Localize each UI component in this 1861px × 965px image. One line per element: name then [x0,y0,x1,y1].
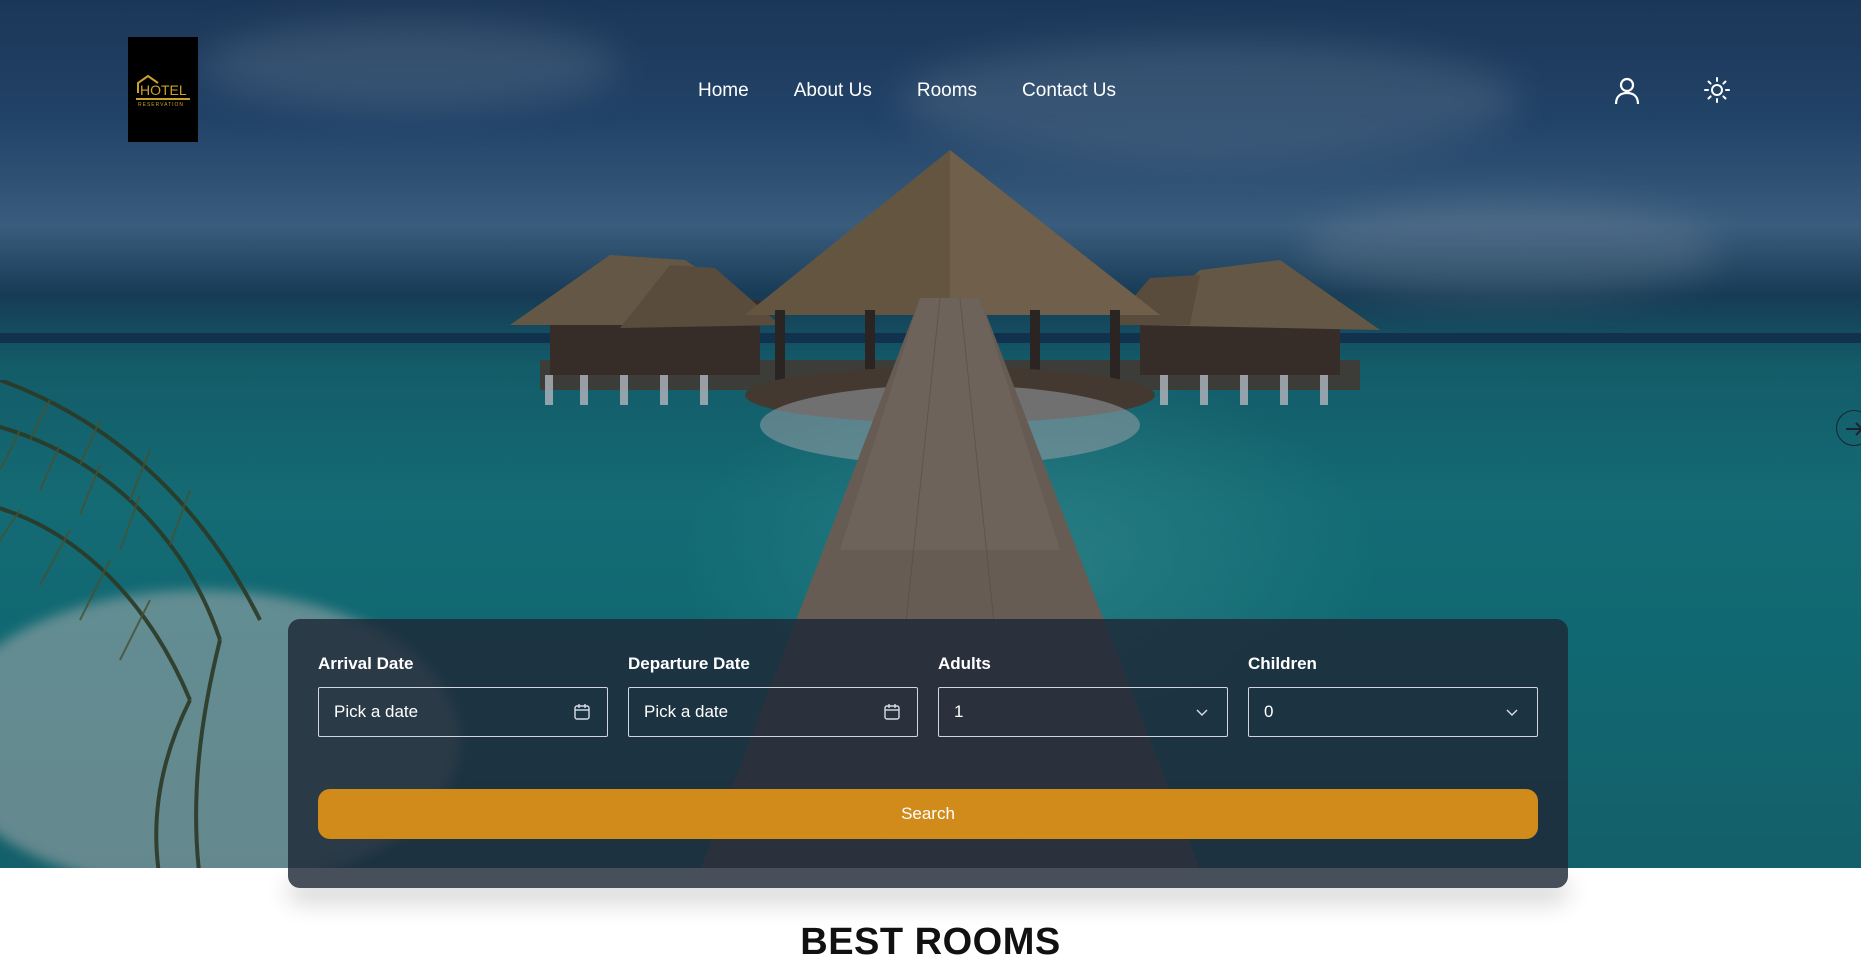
hotel-logo-icon: HOTEL RESERVATION [136,74,190,108]
user-icon [1614,77,1640,105]
sun-icon [1704,77,1730,103]
departure-date-placeholder: Pick a date [644,702,729,721]
hotel-logo[interactable]: HOTEL RESERVATION [128,37,198,142]
children-value: 0 [1264,702,1274,721]
nav-about-us[interactable]: About Us [794,78,872,104]
departure-date-label: Departure Date [628,654,750,673]
calendar-icon [572,702,592,722]
arrow-right-icon [1846,422,1861,436]
children-field: Children 0 [1248,653,1538,737]
arrival-date-placeholder: Pick a date [334,702,419,721]
theme-toggle-button[interactable] [1703,76,1731,104]
svg-text:RESERVATION: RESERVATION [138,102,184,108]
carousel-next-button[interactable] [1836,410,1861,446]
chevron-down-icon [1192,702,1212,722]
nav-rooms[interactable]: Rooms [917,78,977,104]
arrival-date-field: Arrival Date Pick a date [318,653,608,737]
adults-field: Adults 1 [938,653,1228,737]
chevron-down-icon [1502,702,1522,722]
children-select[interactable]: 0 [1248,687,1538,737]
adults-select[interactable]: 1 [938,687,1228,737]
nav-home[interactable]: Home [698,78,749,104]
arrival-date-picker[interactable]: Pick a date [318,687,608,737]
calendar-icon [882,702,902,722]
best-rooms-heading: BEST ROOMS [800,921,1061,963]
departure-date-field: Departure Date Pick a date [628,653,918,737]
svg-text:HOTEL: HOTEL [140,82,187,98]
arrival-date-label: Arrival Date [318,654,414,673]
search-button[interactable]: Search [318,789,1538,839]
children-label: Children [1248,654,1317,673]
main-nav: Home About Us Rooms Contact Us [698,78,1161,104]
user-account-button[interactable] [1613,76,1641,106]
adults-label: Adults [938,654,991,673]
adults-value: 1 [954,702,964,721]
departure-date-picker[interactable]: Pick a date [628,687,918,737]
booking-panel-shadow [288,868,1568,888]
nav-contact-us[interactable]: Contact Us [1022,78,1116,104]
booking-panel: Arrival Date Pick a date Departure Date … [288,619,1568,868]
